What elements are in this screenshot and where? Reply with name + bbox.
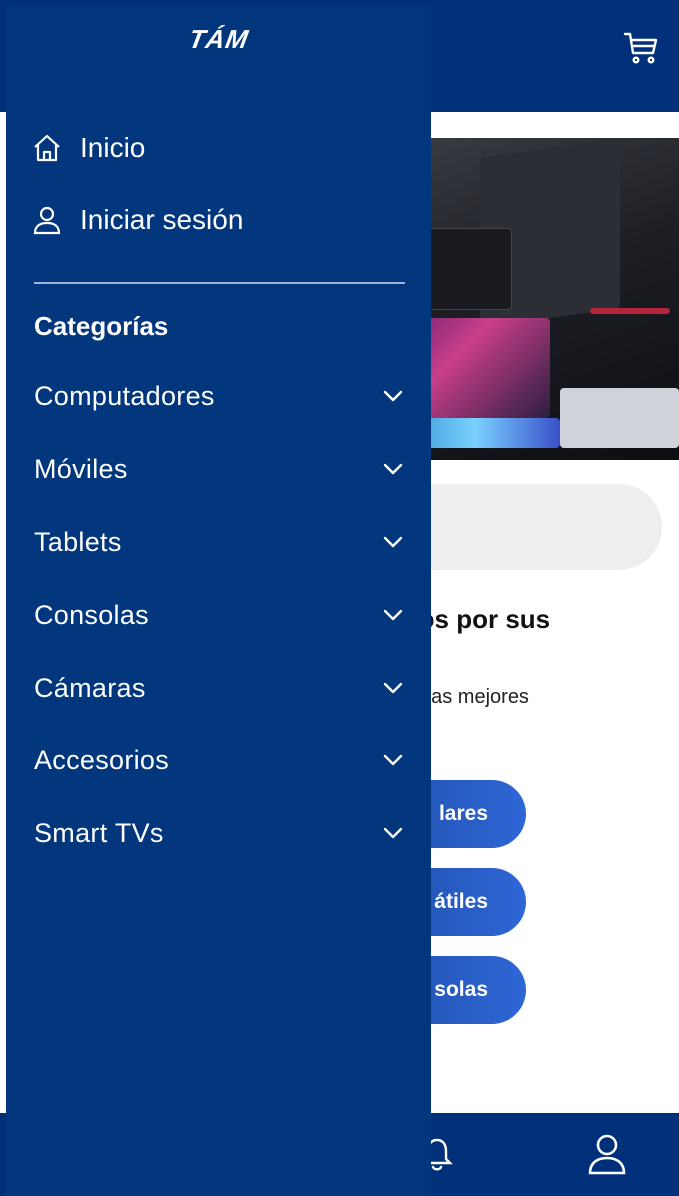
categories-heading: Categorías: [34, 311, 169, 341]
category-item-computadores[interactable]: Computadores: [34, 372, 406, 420]
category-item-smart-tvs[interactable]: Smart TVs: [34, 809, 406, 857]
home-icon: [34, 134, 60, 162]
category-label: Tablets: [34, 526, 122, 557]
category-label: Cámaras: [34, 672, 146, 703]
drawer-link-inicio[interactable]: Inicio: [32, 124, 145, 172]
category-item-consolas[interactable]: Consolas: [34, 591, 406, 639]
promo-title-line1: tos por sus: [410, 604, 551, 634]
user-icon: [588, 1134, 626, 1175]
drawer-link-label: Iniciar sesión: [80, 204, 244, 235]
cart-button[interactable]: [621, 28, 661, 68]
user-icon: [33, 206, 61, 235]
category-item-tablets[interactable]: Tablets: [34, 518, 406, 566]
category-label: Accesorios: [34, 744, 170, 775]
chevron-down-icon: [380, 747, 406, 773]
drawer-link-iniciar-sesion[interactable]: Iniciar sesión: [32, 196, 243, 244]
category-item-camaras[interactable]: Cámaras: [34, 664, 406, 712]
chevron-down-icon: [380, 383, 406, 409]
category-label: Smart TVs: [34, 817, 164, 848]
drawer-link-label: Inicio: [80, 132, 146, 163]
category-label: Consolas: [34, 599, 149, 630]
category-label: Computadores: [34, 380, 215, 411]
navigation-drawer: TÁM Inicio Iniciar sesión Categorías Com…: [6, 6, 431, 1196]
chevron-down-icon: [380, 602, 406, 628]
app-screen: tos por sus ! a las mejores lares átiles…: [0, 0, 679, 1196]
bottom-nav-profile[interactable]: [584, 1131, 630, 1177]
chevron-down-icon: [380, 820, 406, 846]
drawer-divider: [34, 282, 405, 284]
category-item-accesorios[interactable]: Accesorios: [34, 736, 406, 784]
chevron-down-icon: [380, 675, 406, 701]
cart-icon: [623, 32, 658, 64]
chevron-down-icon: [380, 529, 406, 555]
brand-logo[interactable]: TÁM: [186, 24, 264, 56]
chevron-down-icon: [380, 456, 406, 482]
category-label: Móviles: [34, 453, 128, 484]
category-item-moviles[interactable]: Móviles: [34, 445, 406, 493]
